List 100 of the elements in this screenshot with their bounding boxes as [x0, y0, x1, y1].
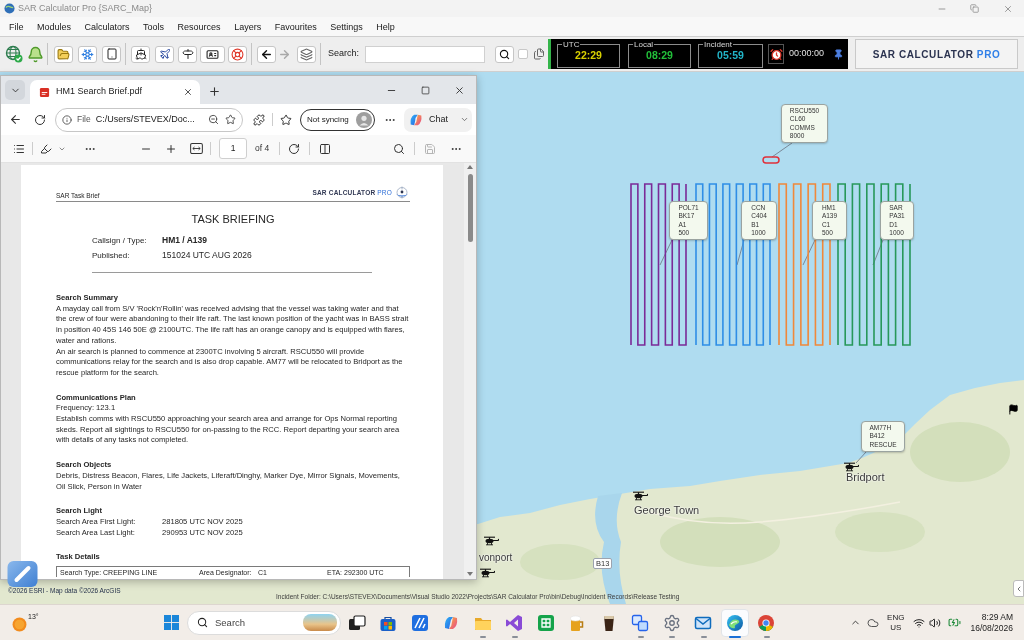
ship-button[interactable]: [131, 45, 150, 63]
menu-item[interactable]: Calculators: [84, 20, 130, 33]
alarm-button[interactable]: [768, 44, 784, 64]
place-label: Bridport: [846, 471, 885, 484]
fit-width-icon[interactable]: [190, 143, 203, 154]
field-label: Published:: [92, 250, 131, 262]
plane-icon: [158, 48, 171, 60]
taskbar-search-bar[interactable]: Search: [187, 610, 341, 635]
cloud-icon[interactable]: [867, 616, 880, 629]
taskbar-search-field[interactable]: Search: [215, 614, 275, 631]
folder-button[interactable]: [54, 45, 73, 63]
clock-time: 22:29: [575, 48, 602, 62]
page-view-icon[interactable]: [319, 142, 332, 155]
menu-item[interactable]: Layers: [234, 20, 262, 33]
field-value: 151024 UTC AUG 2026: [162, 249, 253, 262]
ribbon-logo-icon: [505, 613, 524, 632]
clock-time: 08:29: [646, 48, 673, 62]
layers-button[interactable]: [297, 45, 316, 63]
close-icon: [183, 87, 193, 97]
pin-icon[interactable]: [833, 47, 845, 61]
clock-label: UTC: [562, 40, 581, 49]
snowflake-icon: [81, 47, 94, 61]
speaker-icon[interactable]: [929, 616, 942, 629]
wifi-icon[interactable]: [913, 616, 926, 629]
grid-tile-icon: [536, 613, 555, 632]
menu-item[interactable]: Tools: [143, 20, 165, 33]
scroll-thumb[interactable]: [467, 174, 473, 242]
slash-tile-icon[interactable]: [7, 561, 38, 587]
highlighter-icon[interactable]: [40, 142, 52, 155]
star-icon[interactable]: [225, 114, 236, 125]
flag-icon: [1008, 404, 1019, 415]
bell-icon[interactable]: [27, 45, 44, 63]
page-number-field[interactable]: 1: [219, 138, 247, 159]
ship-icon: [134, 48, 147, 60]
clock-label: Incident: [703, 40, 734, 49]
leader-line: [771, 142, 793, 158]
close-icon: [453, 84, 465, 96]
plane-button[interactable]: [155, 45, 174, 63]
clock-label: Local: [633, 40, 655, 49]
place-label: vonport: [479, 551, 513, 564]
clock-button[interactable]: 8:29 AM 16/08/2026: [970, 611, 1013, 634]
field-label: Callsign / Type:: [92, 235, 148, 247]
app-tile-icon: [410, 613, 429, 632]
menu-item[interactable]: Settings: [330, 20, 363, 33]
pdf-file-icon: [39, 86, 50, 98]
menu-item[interactable]: Favourites: [274, 20, 317, 33]
four-squares-icon: [163, 615, 179, 630]
helicopter-icon: [843, 462, 859, 472]
search-field[interactable]: [365, 45, 486, 63]
search-icon: [197, 617, 208, 628]
back-arrow-icon: [8, 113, 22, 126]
address-field[interactable]: File C:/Users/STEVEX/Doc...: [55, 107, 243, 132]
tablet-icon: [105, 48, 118, 60]
helicopter-icon: [483, 536, 499, 546]
menu-item[interactable]: Help: [376, 20, 395, 33]
scroll-up-icon[interactable]: [467, 165, 473, 169]
timer-readout: 00:00:00: [789, 47, 825, 61]
lifebuoy-button[interactable]: [228, 45, 247, 63]
folder-open-icon: [57, 47, 70, 61]
menu-item[interactable]: Resources: [177, 20, 221, 33]
sun-icon: [12, 617, 27, 632]
scroll-down-icon[interactable]: [467, 572, 473, 576]
id-card-icon: [205, 47, 220, 61]
snowflake-button[interactable]: [78, 45, 97, 63]
globe-check-icon[interactable]: [5, 45, 23, 63]
clock-time: 05:59: [717, 48, 744, 62]
place-label: George Town: [634, 504, 700, 517]
leader-line: [736, 239, 745, 266]
star-icon[interactable]: [280, 113, 292, 126]
id-card-button[interactable]: [200, 45, 225, 63]
layers-icon: [300, 47, 313, 61]
signpost-button[interactable]: [178, 45, 197, 63]
search-button[interactable]: [495, 45, 515, 63]
menu-item[interactable]: File: [9, 20, 24, 33]
zoom-out-icon[interactable]: [208, 114, 219, 125]
contents-icon[interactable]: [13, 142, 25, 155]
page-count: of 4: [255, 142, 270, 155]
battery-icon[interactable]: [947, 616, 963, 629]
zoom-in-icon[interactable]: [165, 142, 177, 155]
tablet-button[interactable]: [102, 45, 121, 63]
document-title: TASK BRIEFING: [190, 212, 276, 226]
leader-line: [802, 239, 816, 266]
checkbox[interactable]: [518, 49, 529, 59]
puzzle-icon[interactable]: [253, 113, 265, 126]
rotate-icon[interactable]: [288, 142, 301, 155]
search-icon: [499, 48, 511, 60]
tricolor-circle-icon: [757, 613, 776, 632]
search-icon[interactable]: [393, 142, 406, 155]
files-icon[interactable]: [533, 48, 546, 60]
chevron-down-icon: [460, 115, 469, 124]
menu-item[interactable]: Modules: [37, 20, 72, 33]
refresh-icon: [34, 113, 46, 126]
leader-line: [659, 239, 673, 266]
arrow-left-icon: [260, 47, 273, 61]
browser-tab[interactable]: HM1 Search Brief.pdf: [30, 80, 200, 104]
language-button[interactable]: ENG US: [887, 612, 905, 633]
info-icon: [62, 114, 72, 125]
back-button[interactable]: [257, 45, 276, 63]
gear-icon: [662, 613, 681, 632]
chat-button[interactable]: Chat: [404, 107, 472, 132]
